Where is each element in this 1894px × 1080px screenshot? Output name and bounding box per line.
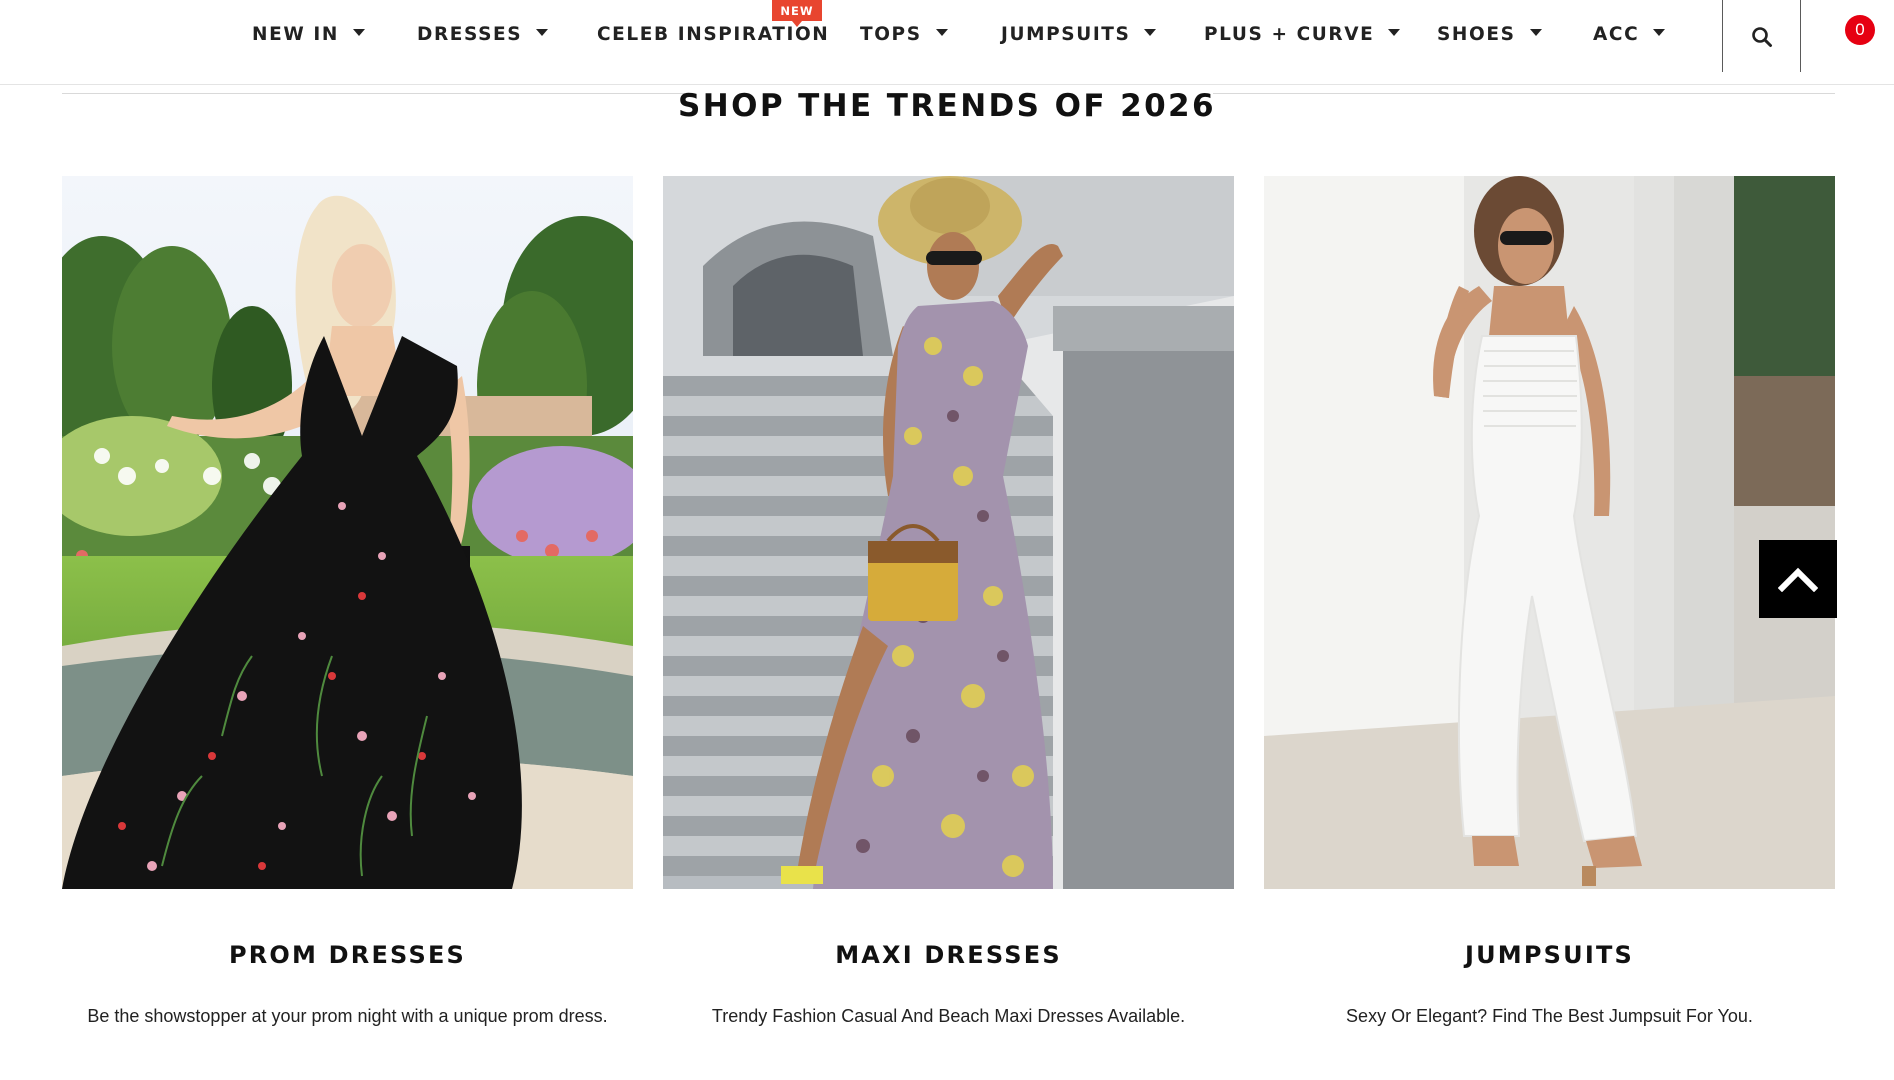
nav-item-jumpsuits[interactable]: JUMPSUITS	[1001, 0, 1157, 85]
caret-down-icon	[1529, 29, 1542, 36]
cart-button[interactable]: 0	[1801, 0, 1894, 72]
nav-item-tops[interactable]: TOPS	[860, 0, 948, 85]
prom-dresses-image[interactable]	[62, 176, 633, 889]
category-card-maxi-dresses: MAXI DRESSES Trendy Fashion Casual And B…	[663, 176, 1234, 1026]
card-description: Be the showstopper at your prom night wi…	[87, 1006, 608, 1026]
nav-item-label: TOPS	[860, 24, 922, 45]
card-description: Sexy Or Elegant? Find The Best Jumpsuit …	[1346, 1006, 1753, 1026]
chevron-up-icon	[1778, 567, 1818, 592]
caret-down-icon	[1144, 29, 1157, 36]
caret-down-icon	[1388, 29, 1401, 36]
nav-item-acc[interactable]: ACC	[1593, 0, 1666, 85]
main-nav: NEW IN DRESSES CELEB INSPIRATION NEW TOP…	[0, 0, 1722, 85]
nav-item-label: PLUS + CURVE	[1204, 24, 1375, 45]
nav-item-label: DRESSES	[417, 24, 523, 45]
caret-down-icon	[536, 29, 549, 36]
nav-item-label: JUMPSUITS	[1001, 24, 1131, 45]
caret-down-icon	[1653, 29, 1666, 36]
card-description: Trendy Fashion Casual And Beach Maxi Dre…	[711, 1006, 1186, 1026]
nav-item-new-in[interactable]: NEW IN	[252, 0, 365, 85]
card-title[interactable]: MAXI DRESSES	[663, 941, 1234, 969]
section-title: SHOP THE TRENDS OF 2026	[678, 88, 1216, 124]
category-card-jumpsuits: JUMPSUITS Sexy Or Elegant? Find The Best…	[1264, 176, 1835, 1026]
nav-item-label: ACC	[1593, 24, 1640, 45]
caret-down-icon	[935, 29, 948, 36]
nav-item-label: CELEB INSPIRATION	[597, 24, 830, 45]
nav-item-plus-curve[interactable]: PLUS + CURVE	[1204, 0, 1401, 85]
new-badge: NEW	[772, 0, 822, 27]
nav-item-dresses[interactable]: DRESSES	[417, 0, 549, 85]
search-icon	[1751, 27, 1772, 47]
site-header: NEW IN DRESSES CELEB INSPIRATION NEW TOP…	[0, 0, 1894, 85]
nav-item-label: NEW IN	[252, 24, 339, 45]
cart-count-badge: 0	[1845, 15, 1875, 45]
nav-item-label: SHOES	[1437, 24, 1516, 45]
jumpsuits-image[interactable]	[1264, 176, 1835, 889]
card-title[interactable]: JUMPSUITS	[1264, 941, 1835, 969]
back-to-top-button[interactable]	[1759, 540, 1837, 618]
category-card-prom-dresses: PROM DRESSES Be the showstopper at your …	[62, 176, 633, 1026]
search-button[interactable]	[1723, 0, 1800, 72]
card-title[interactable]: PROM DRESSES	[62, 941, 633, 969]
maxi-dresses-image[interactable]	[663, 176, 1234, 889]
caret-down-icon	[352, 29, 365, 36]
nav-item-shoes[interactable]: SHOES	[1437, 0, 1542, 85]
